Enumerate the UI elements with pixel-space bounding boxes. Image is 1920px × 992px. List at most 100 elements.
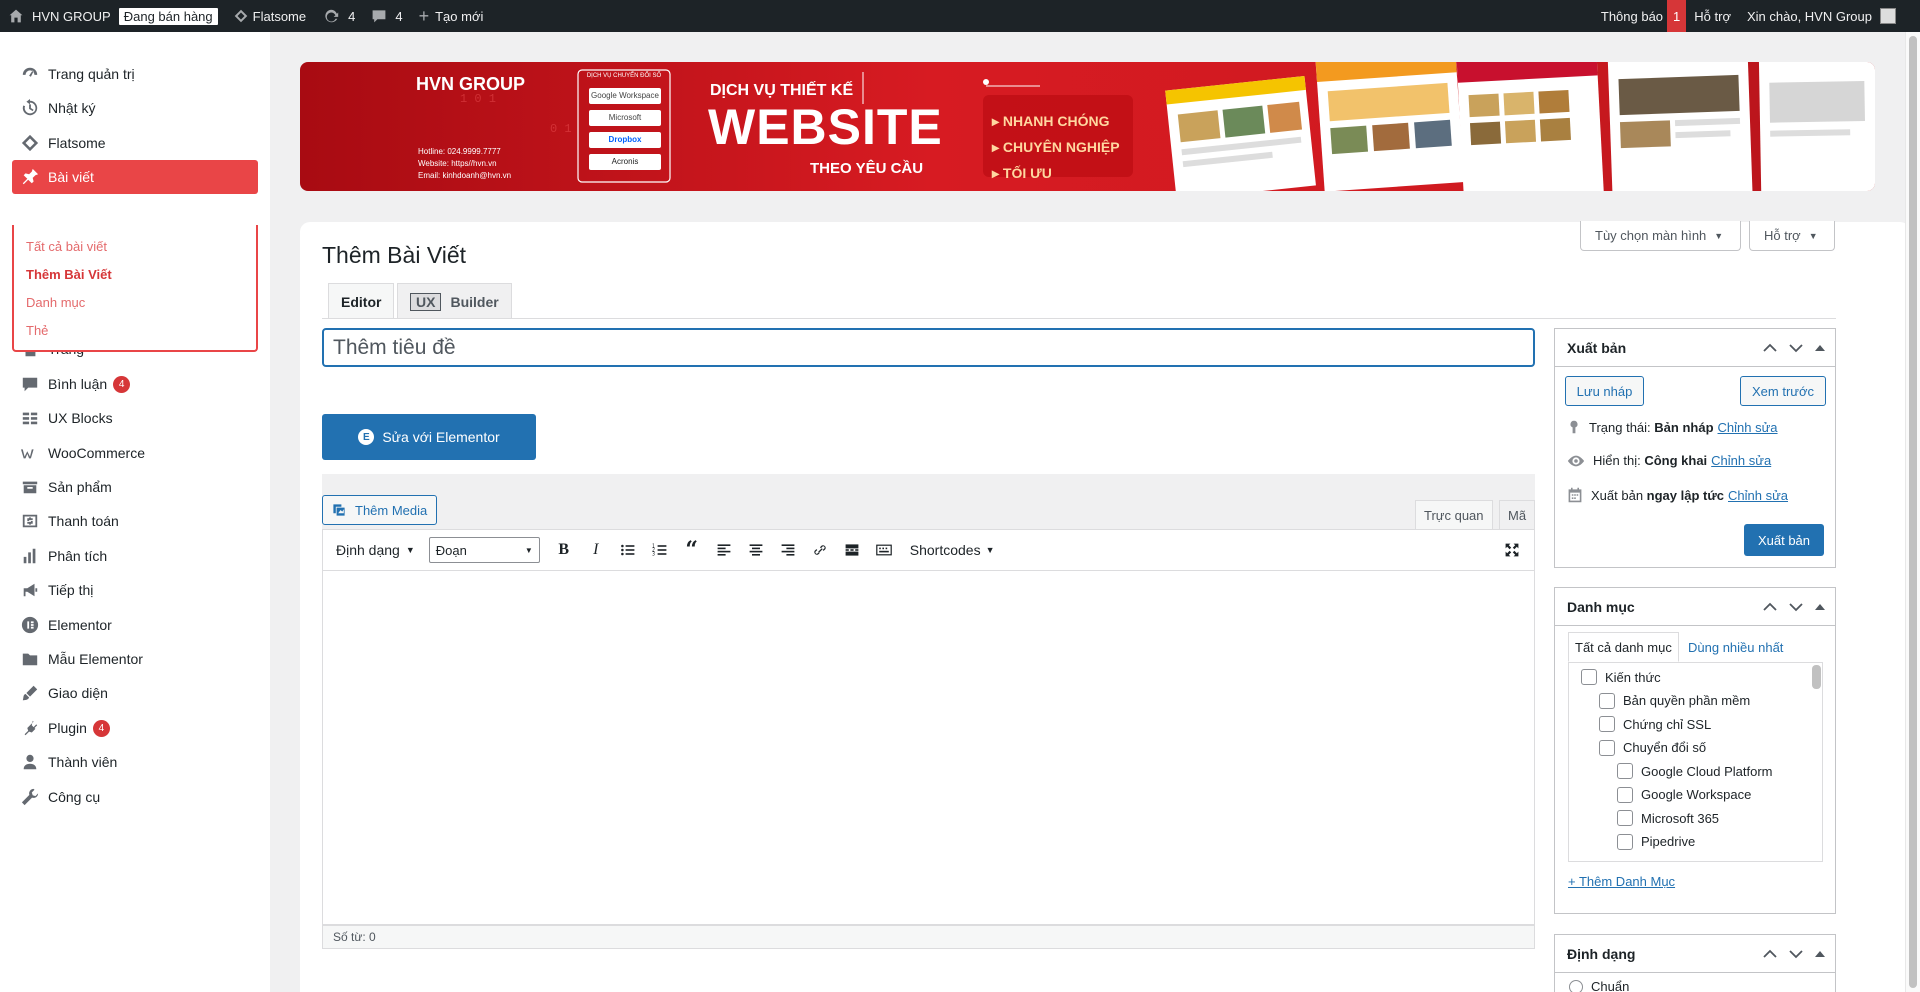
category-checklist[interactable]: Kiến thức Bản quyền phần mềm Chứng chỉ SSL… bbox=[1568, 662, 1823, 862]
category-item[interactable]: Chuyển đổi số bbox=[1599, 739, 1706, 756]
site-home-link[interactable]: HVN GROUP Đang bán hàng bbox=[0, 0, 226, 32]
category-item[interactable]: Pipedrive bbox=[1617, 833, 1695, 850]
post-title-input[interactable] bbox=[322, 328, 1535, 367]
submenu-add-post[interactable]: Thêm Bài Viết bbox=[26, 267, 112, 282]
updates-link[interactable]: 4 bbox=[314, 0, 363, 32]
caret-up-icon[interactable] bbox=[1815, 344, 1825, 352]
sidebar-item-mẫu-elementor[interactable]: Mẫu Elementor bbox=[12, 642, 258, 676]
paragraph-select-value: Đoạn bbox=[435, 542, 467, 558]
caret-up-icon[interactable] bbox=[1815, 603, 1825, 611]
numbered-list-icon[interactable]: 123 bbox=[644, 542, 676, 558]
sidebar-item-phân-tích[interactable]: Phân tích bbox=[12, 539, 258, 573]
theme-link[interactable]: Flatsome bbox=[226, 0, 314, 32]
sidebar-item-thành-viên[interactable]: Thành viên bbox=[12, 745, 258, 779]
align-right-icon[interactable] bbox=[772, 542, 804, 558]
sidebar-item-plugin[interactable]: Plugin 4 bbox=[12, 711, 258, 745]
chevron-up-icon[interactable] bbox=[1763, 949, 1777, 959]
tab-all-categories[interactable]: Tất cả danh mục bbox=[1568, 632, 1679, 662]
category-item[interactable]: Chứng chỉ SSL bbox=[1599, 716, 1711, 732]
bold-icon[interactable]: B bbox=[548, 541, 580, 559]
link-icon[interactable] bbox=[804, 541, 836, 559]
tab-ux-builder[interactable]: UX Builder bbox=[397, 283, 512, 319]
help-link[interactable]: Hỗ trợ bbox=[1686, 0, 1739, 32]
category-item[interactable]: Microsoft 365 bbox=[1617, 810, 1719, 826]
edit-publish-time-link[interactable]: Chỉnh sửa bbox=[1728, 488, 1788, 503]
submenu-tags[interactable]: Thẻ bbox=[26, 323, 48, 338]
category-item[interactable]: Google Cloud Platform bbox=[1617, 763, 1773, 779]
submenu-categories[interactable]: Danh mục bbox=[26, 295, 85, 310]
chevron-down-icon[interactable] bbox=[1789, 949, 1803, 959]
comment-icon bbox=[372, 10, 386, 23]
comments-link[interactable]: 4 bbox=[363, 0, 410, 32]
edit-visibility-link[interactable]: Chỉnh sửa bbox=[1711, 453, 1771, 468]
save-draft-button[interactable]: Lưu nháp bbox=[1565, 376, 1644, 406]
sidebar-item-sản-phẩm[interactable]: Sản phẩm bbox=[12, 470, 258, 504]
category-checkbox[interactable] bbox=[1617, 786, 1633, 803]
sidebar-item-tiếp-thị[interactable]: Tiếp thị bbox=[12, 573, 258, 607]
account-menu[interactable]: Xin chào, HVN Group bbox=[1739, 0, 1920, 32]
sidebar-item-woocommerce[interactable]: WooCommerce bbox=[12, 436, 258, 470]
sidebar-item-nhật-ký[interactable]: Nhật ký bbox=[12, 91, 258, 125]
category-scrollbar[interactable] bbox=[1812, 665, 1821, 689]
editor-content-area[interactable] bbox=[322, 571, 1535, 925]
code-tab[interactable]: Mã bbox=[1499, 500, 1536, 530]
category-checkbox[interactable] bbox=[1599, 739, 1615, 756]
tab-popular-categories[interactable]: Dùng nhiều nhất bbox=[1682, 632, 1789, 662]
sidebar-item-giao-diện[interactable]: Giao diện bbox=[12, 676, 258, 710]
sidebar-item-công-cụ[interactable]: Công cụ bbox=[12, 780, 258, 814]
sidebar-item-bài-viết[interactable]: Bài viết bbox=[12, 160, 258, 194]
category-item[interactable]: Google Workspace bbox=[1617, 786, 1751, 803]
category-item[interactable]: Kiến thức bbox=[1581, 669, 1661, 685]
italic-icon[interactable]: I bbox=[580, 541, 612, 559]
sidebar-item-flatsome[interactable]: Flatsome bbox=[12, 126, 258, 160]
sidebar-item-ux-blocks[interactable]: UX Blocks bbox=[12, 401, 258, 435]
add-media-button[interactable]: Thêm Media bbox=[322, 495, 437, 525]
category-item[interactable]: Bản quyền phần mềm bbox=[1599, 692, 1750, 709]
promo-banner[interactable]: 1 0 1 0 1 HVN GROUP Hotline: 024.9999.77… bbox=[300, 62, 1875, 191]
sidebar-item-thanh-toán[interactable]: Thanh toán bbox=[12, 504, 258, 538]
format-radio[interactable] bbox=[1569, 979, 1583, 992]
chevron-up-icon[interactable] bbox=[1763, 343, 1777, 353]
edit-with-elementor-button[interactable]: E Sửa với Elementor bbox=[322, 414, 536, 460]
category-checkbox[interactable] bbox=[1617, 763, 1633, 779]
category-checkbox[interactable] bbox=[1599, 716, 1615, 732]
align-center-icon[interactable] bbox=[740, 542, 772, 558]
tab-all-categories-label: Tất cả danh mục bbox=[1575, 639, 1672, 655]
chevron-down-icon[interactable] bbox=[1789, 602, 1803, 612]
chevron-down-icon[interactable] bbox=[1789, 343, 1803, 353]
screen-options-button[interactable]: Tùy chọn màn hình ▼ bbox=[1580, 221, 1741, 251]
notifications-link[interactable]: Thông báo 1 bbox=[1593, 0, 1687, 32]
page-scrollbar[interactable] bbox=[1905, 32, 1920, 992]
marketing-icon bbox=[12, 581, 48, 599]
category-checkbox[interactable] bbox=[1617, 833, 1633, 850]
caret-up-icon[interactable] bbox=[1815, 950, 1825, 958]
toolbar-toggle-icon[interactable] bbox=[868, 542, 900, 558]
add-category-link[interactable]: + Thêm Danh Mục bbox=[1568, 874, 1675, 889]
help-tab-button[interactable]: Hỗ trợ ▼ bbox=[1749, 221, 1835, 251]
page-scrollbar-thumb[interactable] bbox=[1909, 36, 1917, 988]
publish-button[interactable]: Xuất bản bbox=[1744, 524, 1824, 556]
preview-button[interactable]: Xem trước bbox=[1740, 376, 1826, 406]
category-checkbox[interactable] bbox=[1617, 810, 1633, 826]
shortcodes-dropdown[interactable]: Shortcodes ▼ bbox=[910, 542, 995, 558]
submenu-all-posts[interactable]: Tất cả bài viết bbox=[26, 239, 107, 254]
edit-status-link[interactable]: Chỉnh sửa bbox=[1718, 420, 1778, 435]
sidebar-item-elementor[interactable]: Elementor bbox=[12, 608, 258, 642]
format-option-standard[interactable]: Chuẩn bbox=[1569, 979, 1629, 992]
align-left-icon[interactable] bbox=[708, 542, 740, 558]
tab-editor[interactable]: Editor bbox=[328, 283, 395, 319]
new-content-link[interactable]: + Tạo mới bbox=[411, 0, 492, 32]
bullet-list-icon[interactable] bbox=[612, 542, 644, 558]
format-dropdown[interactable]: Định dạng ▼ bbox=[336, 542, 415, 558]
sidebar-item-bình-luận[interactable]: Bình luận 4 bbox=[12, 367, 258, 401]
category-checkbox[interactable] bbox=[1581, 669, 1597, 685]
sidebar-item-trang-quản-trị[interactable]: Trang quản trị bbox=[12, 57, 258, 91]
paragraph-select[interactable]: Đoạn ▼ bbox=[428, 537, 540, 563]
visual-tab[interactable]: Trực quan bbox=[1415, 500, 1493, 530]
category-checkbox[interactable] bbox=[1599, 692, 1615, 709]
read-more-icon[interactable] bbox=[836, 542, 868, 558]
sidebar-item-label: Tiếp thị bbox=[48, 582, 94, 598]
chevron-up-icon[interactable] bbox=[1763, 602, 1777, 612]
fullscreen-icon[interactable] bbox=[1496, 542, 1528, 558]
blockquote-icon[interactable]: “ bbox=[676, 537, 708, 563]
